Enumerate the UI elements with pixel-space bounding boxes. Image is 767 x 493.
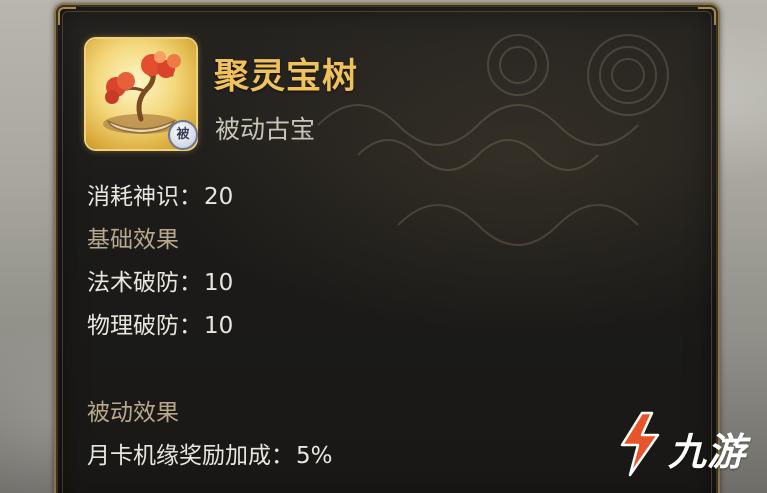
passive-effects-title: 被动效果 <box>87 400 179 426</box>
watermark-text: 九游 <box>668 430 747 474</box>
cost-value: 20 <box>204 184 234 210</box>
cloud-wave-pattern <box>317 34 669 246</box>
stat-label: 法术破防： <box>87 270 202 296</box>
stat-line: 月卡机缘奖励加成：5% <box>87 436 333 470</box>
jiuyou-logo-icon <box>620 411 660 477</box>
cost-line: 消耗神识：20 <box>87 177 233 211</box>
passive-badge: 被 <box>168 120 198 150</box>
stat-label: 月卡机缘奖励加成： <box>87 443 294 469</box>
stat-line: 物理破防：10 <box>87 306 233 340</box>
stat-value: 10 <box>204 270 234 296</box>
corner-ornament-left <box>58 7 76 25</box>
item-name: 聚灵宝树 <box>214 57 359 97</box>
stat-value: 10 <box>204 313 234 339</box>
item-type: 被动古宝 <box>215 115 316 144</box>
stat-value: 5% <box>296 443 333 469</box>
site-watermark: 九游 <box>612 409 762 479</box>
stat-label: 物理破防： <box>87 313 202 339</box>
basic-effects-title: 基础效果 <box>87 227 179 253</box>
stat-line: 法术破防：10 <box>87 263 233 297</box>
cost-label: 消耗神识： <box>87 184 202 210</box>
